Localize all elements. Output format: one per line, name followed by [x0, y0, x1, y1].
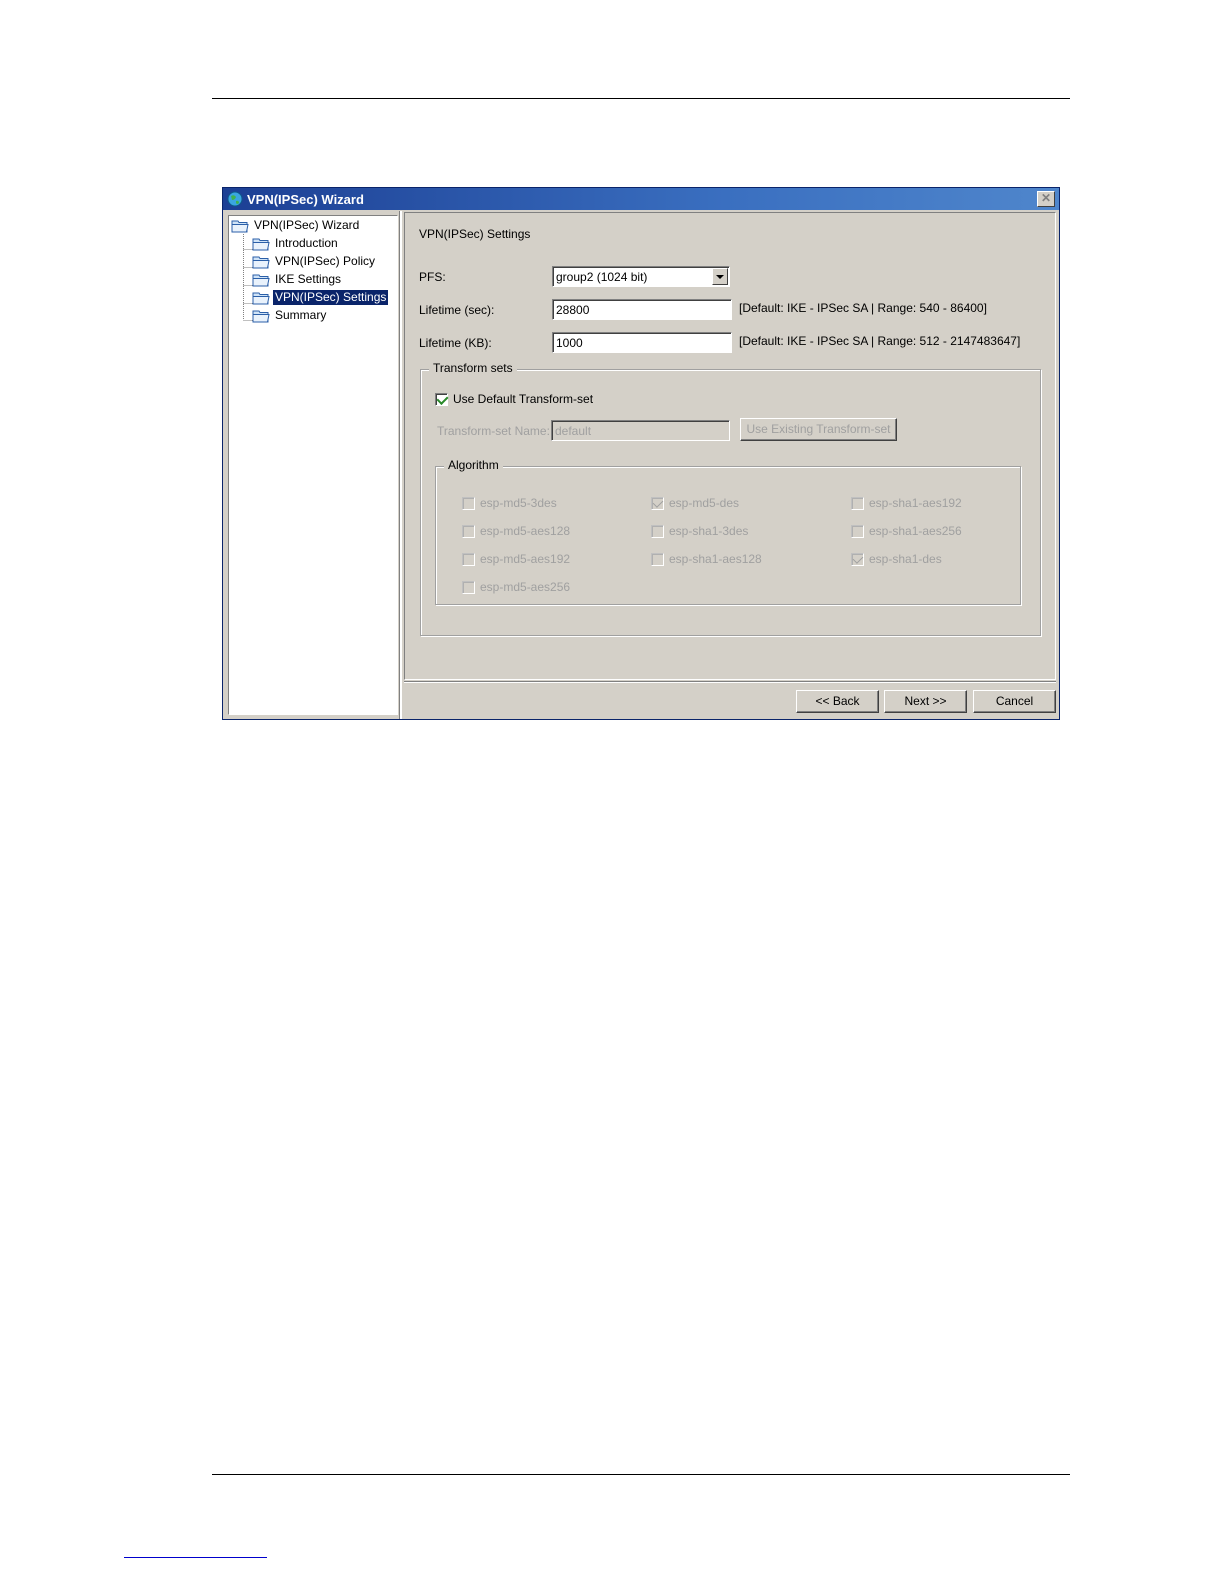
folder-open-icon [252, 310, 270, 322]
algorithm-group: Algorithm esp-md5-3des esp-md5-des esp-s… [435, 458, 1021, 605]
footer-rule [212, 1474, 1070, 1475]
globe-icon [227, 191, 243, 207]
tree-root[interactable]: VPN(IPSec) Wizard [231, 217, 361, 234]
transform-sets-title: Transform sets [429, 361, 517, 375]
algorithm-option-sha1-des[interactable]: esp-sha1-des [851, 552, 942, 566]
use-default-transform-checkbox[interactable]: Use Default Transform-set [435, 392, 593, 406]
vpn-wizard-window: VPN(IPSec) Wizard ✕ VPN(IPSec) Wizard In… [222, 187, 1060, 720]
transform-name-value: default [555, 424, 592, 438]
close-icon: ✕ [1040, 191, 1052, 205]
chevron-down-icon[interactable] [712, 268, 728, 285]
lifetime-sec-hint: [Default: IKE - IPSec SA | Range: 540 - … [739, 301, 987, 315]
pfs-selected-value: group2 (1024 bit) [556, 270, 648, 284]
algorithm-option-label: esp-md5-des [669, 496, 740, 510]
algorithm-option-label: esp-sha1-3des [669, 524, 749, 538]
next-button[interactable]: Next >> [884, 690, 967, 713]
tree-item-label: VPN(IPSec) Settings [273, 290, 389, 305]
algorithm-option-md5-3des[interactable]: esp-md5-3des [462, 496, 557, 510]
algorithm-option-md5-aes128[interactable]: esp-md5-aes128 [462, 524, 570, 538]
lifetime-sec-input[interactable]: 28800 [552, 299, 732, 320]
algorithm-option-sha1-aes256[interactable]: esp-sha1-aes256 [851, 524, 962, 538]
pfs-select[interactable]: group2 (1024 bit) [552, 266, 730, 287]
algorithm-option-label: esp-sha1-aes128 [669, 552, 762, 566]
lifetime-sec-value: 28800 [556, 303, 590, 317]
algorithm-title: Algorithm [444, 458, 503, 472]
tree-item-introduction[interactable]: Introduction [252, 235, 340, 252]
checkbox-box[interactable] [462, 580, 475, 594]
tree-item-label: Introduction [275, 236, 338, 250]
transform-sets-group: Transform sets Use Default Transform-set… [420, 361, 1041, 636]
tree-item-vpn-policy[interactable]: VPN(IPSec) Policy [252, 253, 377, 270]
folder-open-icon [252, 238, 270, 250]
algorithm-option-md5-aes256[interactable]: esp-md5-aes256 [462, 580, 570, 594]
footer-link-underline[interactable] [124, 1557, 267, 1558]
title-bar[interactable]: VPN(IPSec) Wizard ✕ [223, 188, 1059, 210]
folder-open-icon [252, 256, 270, 268]
algorithm-option-label: esp-md5-aes192 [480, 552, 571, 566]
button-bar-separator [404, 681, 1056, 683]
algorithm-option-sha1-3des[interactable]: esp-sha1-3des [651, 524, 748, 538]
algorithm-option-label: esp-sha1-des [869, 552, 942, 566]
algorithm-option-label: esp-sha1-aes192 [869, 496, 962, 510]
checkbox-box[interactable] [462, 552, 475, 566]
transform-name-label: Transform-set Name: [437, 424, 550, 438]
lifetime-kb-label: Lifetime (KB): [419, 336, 492, 350]
tree-root-label: VPN(IPSec) Wizard [254, 218, 360, 232]
checkbox-box[interactable] [435, 392, 449, 406]
tree-item-label: VPN(IPSec) Policy [275, 254, 376, 268]
checkbox-box[interactable] [851, 496, 864, 510]
checkmark-icon [436, 392, 449, 405]
lifetime-kb-hint: [Default: IKE - IPSec SA | Range: 512 - … [739, 334, 1021, 348]
checkbox-box[interactable] [651, 496, 664, 510]
checkmark-icon [852, 552, 864, 564]
folder-open-icon [231, 220, 249, 232]
use-existing-transform-button[interactable]: Use Existing Transform-set [740, 418, 897, 441]
lifetime-kb-value: 1000 [556, 336, 583, 350]
folder-open-icon [252, 292, 270, 304]
transform-name-input[interactable]: default [551, 420, 730, 441]
back-button[interactable]: << Back [796, 690, 879, 713]
checkbox-box[interactable] [651, 552, 664, 566]
tree-item-summary[interactable]: Summary [252, 307, 328, 324]
checkbox-box[interactable] [462, 496, 475, 510]
checkmark-icon [652, 496, 664, 508]
tree-item-ike-settings[interactable]: IKE Settings [252, 271, 343, 288]
settings-panel: VPN(IPSec) Settings PFS: group2 (1024 bi… [404, 212, 1056, 680]
checkbox-box[interactable] [851, 524, 864, 538]
algorithm-option-sha1-aes192[interactable]: esp-sha1-aes192 [851, 496, 962, 510]
algorithm-option-sha1-aes128[interactable]: esp-sha1-aes128 [651, 552, 762, 566]
algorithm-option-label: esp-md5-3des [480, 496, 557, 510]
tree-item-label: IKE Settings [275, 272, 342, 286]
pfs-label: PFS: [419, 270, 446, 284]
algorithm-option-label: esp-md5-aes128 [480, 524, 571, 538]
lifetime-kb-input[interactable]: 1000 [552, 332, 732, 353]
window-title: VPN(IPSec) Wizard [247, 192, 364, 207]
pane-splitter[interactable] [399, 211, 402, 719]
algorithm-option-label: esp-md5-aes256 [480, 580, 571, 594]
cancel-button[interactable]: Cancel [973, 690, 1056, 713]
checkbox-box[interactable] [651, 524, 664, 538]
algorithm-option-md5-des[interactable]: esp-md5-des [651, 496, 739, 510]
folder-open-icon [252, 274, 270, 286]
lifetime-sec-label: Lifetime (sec): [419, 303, 495, 317]
checkbox-box[interactable] [851, 552, 864, 566]
page-title: VPN(IPSec) Settings [419, 227, 531, 241]
header-rule [212, 98, 1070, 99]
use-default-transform-label: Use Default Transform-set [453, 392, 594, 406]
wizard-step-tree: VPN(IPSec) Wizard Introduction VPN(IPSec… [228, 215, 398, 715]
close-button[interactable]: ✕ [1037, 191, 1055, 207]
algorithm-option-md5-aes192[interactable]: esp-md5-aes192 [462, 552, 570, 566]
checkbox-box[interactable] [462, 524, 475, 538]
tree-item-label: Summary [275, 308, 327, 322]
tree-item-vpn-settings[interactable]: VPN(IPSec) Settings [252, 289, 389, 306]
algorithm-option-label: esp-sha1-aes256 [869, 524, 962, 538]
